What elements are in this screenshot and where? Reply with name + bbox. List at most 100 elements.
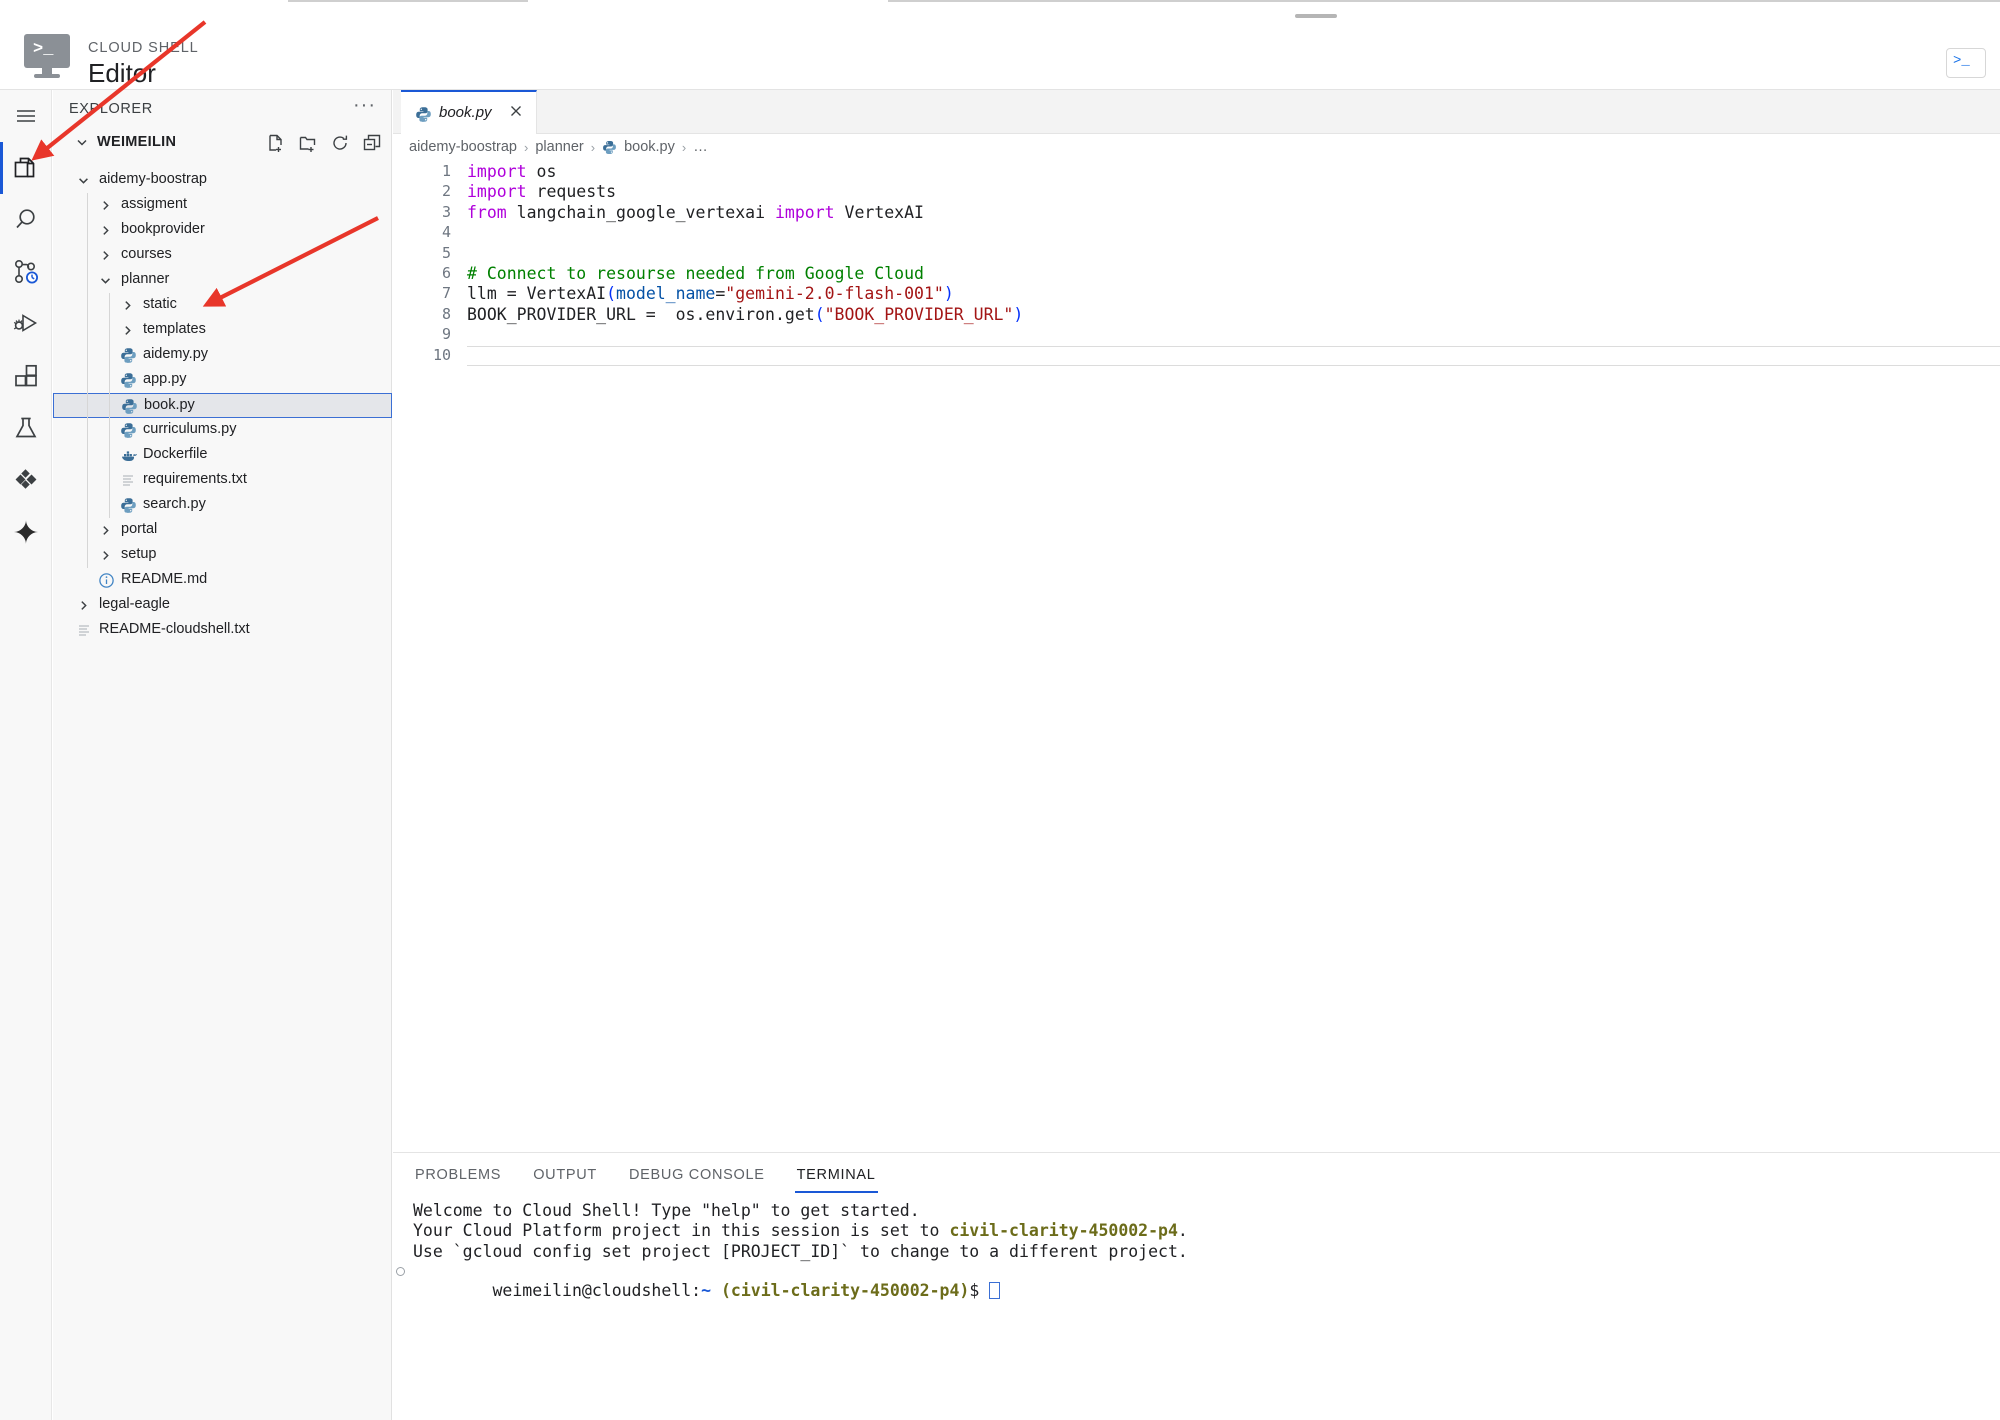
code-line[interactable]: 1 import os bbox=[393, 162, 2000, 182]
code-line[interactable]: 7 llm = VertexAI(model_name="gemini-2.0-f… bbox=[393, 284, 2000, 304]
editor-tab-label: book.py bbox=[439, 104, 492, 121]
menu-icon[interactable] bbox=[0, 90, 52, 142]
explorer-icon[interactable] bbox=[0, 142, 52, 194]
file-tree[interactable]: aidemy-boostrap assigment bookprovider cour… bbox=[53, 168, 392, 643]
testing-flask-icon[interactable] bbox=[0, 402, 52, 454]
page-title: Editor bbox=[88, 58, 156, 88]
tree-item-label: courses bbox=[121, 246, 172, 262]
python-file-icon bbox=[120, 347, 137, 364]
code-line[interactable]: 10 bbox=[393, 345, 2000, 366]
breadcrumb-segment[interactable]: planner bbox=[535, 139, 583, 155]
window-drag-handle[interactable] bbox=[1295, 14, 1337, 18]
gemini-sparkle-icon[interactable] bbox=[0, 506, 52, 558]
code-line[interactable]: 5 bbox=[393, 244, 2000, 264]
tree-folder-legal-eagle[interactable]: legal-eagle bbox=[53, 593, 392, 618]
search-icon[interactable] bbox=[0, 194, 52, 246]
bottom-panel: PROBLEMS OUTPUT DEBUG CONSOLE TERMINAL Welc… bbox=[393, 1152, 2000, 1420]
tree-file-app-py[interactable]: app.py bbox=[53, 368, 392, 393]
terminal-prompt-sigil: $ bbox=[969, 1281, 990, 1301]
chevron-down-icon[interactable] bbox=[99, 274, 111, 286]
panel-tab-problems[interactable]: PROBLEMS bbox=[413, 1161, 503, 1193]
terminal-prompt-line[interactable]: weimeilin@cloudshell:~ (civil-clarity-45… bbox=[396, 1262, 2000, 1300]
workspace-root-row[interactable]: WEIMEILIN bbox=[53, 131, 392, 155]
editor-tab-book-py[interactable]: book.py bbox=[401, 90, 537, 134]
line-number: 6 bbox=[441, 263, 451, 282]
terminal-prompt-user: weimeilin@cloudshell: bbox=[492, 1281, 702, 1301]
chevron-right-icon[interactable] bbox=[121, 299, 133, 311]
breadcrumb[interactable]: aidemy-boostrap › planner › book.py ›… bbox=[393, 134, 2000, 162]
tree-folder-planner[interactable]: planner bbox=[53, 268, 392, 293]
tree-file-book-py[interactable]: book.py bbox=[53, 393, 392, 418]
tree-file-aidemy-py[interactable]: aidemy.py bbox=[53, 343, 392, 368]
python-file-icon bbox=[121, 398, 138, 415]
tree-file-readme-cloudshell-txt[interactable]: README-cloudshell.txt bbox=[53, 618, 392, 643]
collapse-all-icon[interactable] bbox=[362, 133, 382, 153]
tree-folder-setup[interactable]: setup bbox=[53, 543, 392, 568]
tree-item-label: bookprovider bbox=[121, 221, 205, 237]
breadcrumb-segment[interactable]: … bbox=[693, 139, 708, 155]
source-control-icon[interactable] bbox=[0, 246, 52, 298]
code-line[interactable]: 8 BOOK_PROVIDER_URL = os.environ.get("BOO… bbox=[393, 305, 2000, 325]
tree-folder-assigment[interactable]: assigment bbox=[53, 193, 392, 218]
panel-tab-debug-console[interactable]: DEBUG CONSOLE bbox=[627, 1161, 767, 1193]
breadcrumb-segment[interactable]: aidemy-boostrap bbox=[409, 139, 517, 155]
tree-item-label: templates bbox=[143, 321, 206, 337]
close-icon[interactable] bbox=[508, 103, 524, 119]
terminal-line-welcome: Welcome to Cloud Shell! Type "help" to g… bbox=[413, 1201, 920, 1220]
tree-folder-portal[interactable]: portal bbox=[53, 518, 392, 543]
line-number: 1 bbox=[441, 162, 451, 180]
chevron-right-icon[interactable] bbox=[99, 199, 111, 211]
python-file-icon bbox=[120, 422, 137, 439]
active-line-highlight bbox=[467, 345, 2000, 366]
open-terminal-icon[interactable]: >_ bbox=[1946, 48, 1986, 78]
tree-file-search-py[interactable]: search.py bbox=[53, 493, 392, 518]
chevron-right-icon[interactable] bbox=[121, 324, 133, 336]
code-line[interactable]: 2 import requests bbox=[393, 182, 2000, 202]
tree-folder-bookprovider[interactable]: bookprovider bbox=[53, 218, 392, 243]
chevron-right-icon[interactable] bbox=[99, 224, 111, 236]
explorer-more-actions-icon[interactable]: ··· bbox=[353, 94, 376, 117]
breadcrumb-separator: › bbox=[681, 139, 687, 155]
tree-item-label: Dockerfile bbox=[143, 446, 208, 462]
new-file-icon[interactable] bbox=[266, 133, 286, 153]
tree-file-curriculums-py[interactable]: curriculums.py bbox=[53, 418, 392, 443]
code-line[interactable]: 3 from langchain_google_vertexai import V… bbox=[393, 203, 2000, 223]
chevron-right-icon[interactable] bbox=[99, 249, 111, 261]
breadcrumb-segment[interactable]: book.py bbox=[624, 139, 675, 155]
tree-item-label: aidemy.py bbox=[143, 346, 209, 362]
tree-file-dockerfile[interactable]: Dockerfile bbox=[53, 443, 392, 468]
chevron-right-icon[interactable] bbox=[99, 549, 111, 561]
terminal-output[interactable]: Welcome to Cloud Shell! Type "help" to g… bbox=[396, 1201, 2000, 1300]
chevron-right-icon[interactable] bbox=[77, 599, 89, 611]
tree-folder-courses[interactable]: courses bbox=[53, 243, 392, 268]
tree-file-readme-md[interactable]: README.md bbox=[53, 568, 392, 593]
explorer-header: EXPLORER ··· bbox=[53, 90, 392, 126]
cloud-code-diamond-icon[interactable] bbox=[0, 454, 52, 506]
tree-folder-static[interactable]: static bbox=[53, 293, 392, 318]
tree-file-requirements-txt[interactable]: requirements.txt bbox=[53, 468, 392, 493]
panel-tab-bar[interactable]: PROBLEMS OUTPUT DEBUG CONSOLE TERMINAL bbox=[413, 1161, 878, 1193]
activity-bar bbox=[0, 90, 52, 1420]
python-file-icon bbox=[415, 106, 432, 123]
code-line[interactable]: 4 bbox=[393, 223, 2000, 243]
code-editor[interactable]: 1 import os 2 import requests 3 from langchai… bbox=[393, 162, 2000, 922]
tree-folder-aidemy-boostrap[interactable]: aidemy-boostrap bbox=[53, 168, 392, 193]
workspace-root-label: WEIMEILIN bbox=[97, 134, 177, 150]
line-number: 3 bbox=[441, 202, 451, 221]
panel-tab-terminal[interactable]: TERMINAL bbox=[794, 1161, 878, 1193]
tree-item-label: README-cloudshell.txt bbox=[99, 621, 250, 637]
run-and-debug-icon[interactable] bbox=[0, 298, 52, 350]
tree-item-label: assigment bbox=[121, 196, 188, 212]
code-line[interactable]: 9 bbox=[393, 325, 2000, 345]
tree-folder-templates[interactable]: templates bbox=[53, 318, 392, 343]
extensions-icon[interactable] bbox=[0, 350, 52, 402]
chevron-down-icon[interactable] bbox=[77, 174, 89, 186]
refresh-icon[interactable] bbox=[330, 133, 350, 153]
code-line[interactable]: 6 # Connect to resourse needed from Googl… bbox=[393, 264, 2000, 284]
tree-item-label: legal-eagle bbox=[99, 596, 170, 612]
chevron-right-icon[interactable] bbox=[99, 524, 111, 536]
panel-tab-output[interactable]: OUTPUT bbox=[531, 1161, 599, 1193]
new-folder-icon[interactable] bbox=[298, 133, 318, 153]
info-markdown-icon bbox=[98, 572, 115, 589]
editor-tab-bar: book.py bbox=[393, 90, 2000, 134]
